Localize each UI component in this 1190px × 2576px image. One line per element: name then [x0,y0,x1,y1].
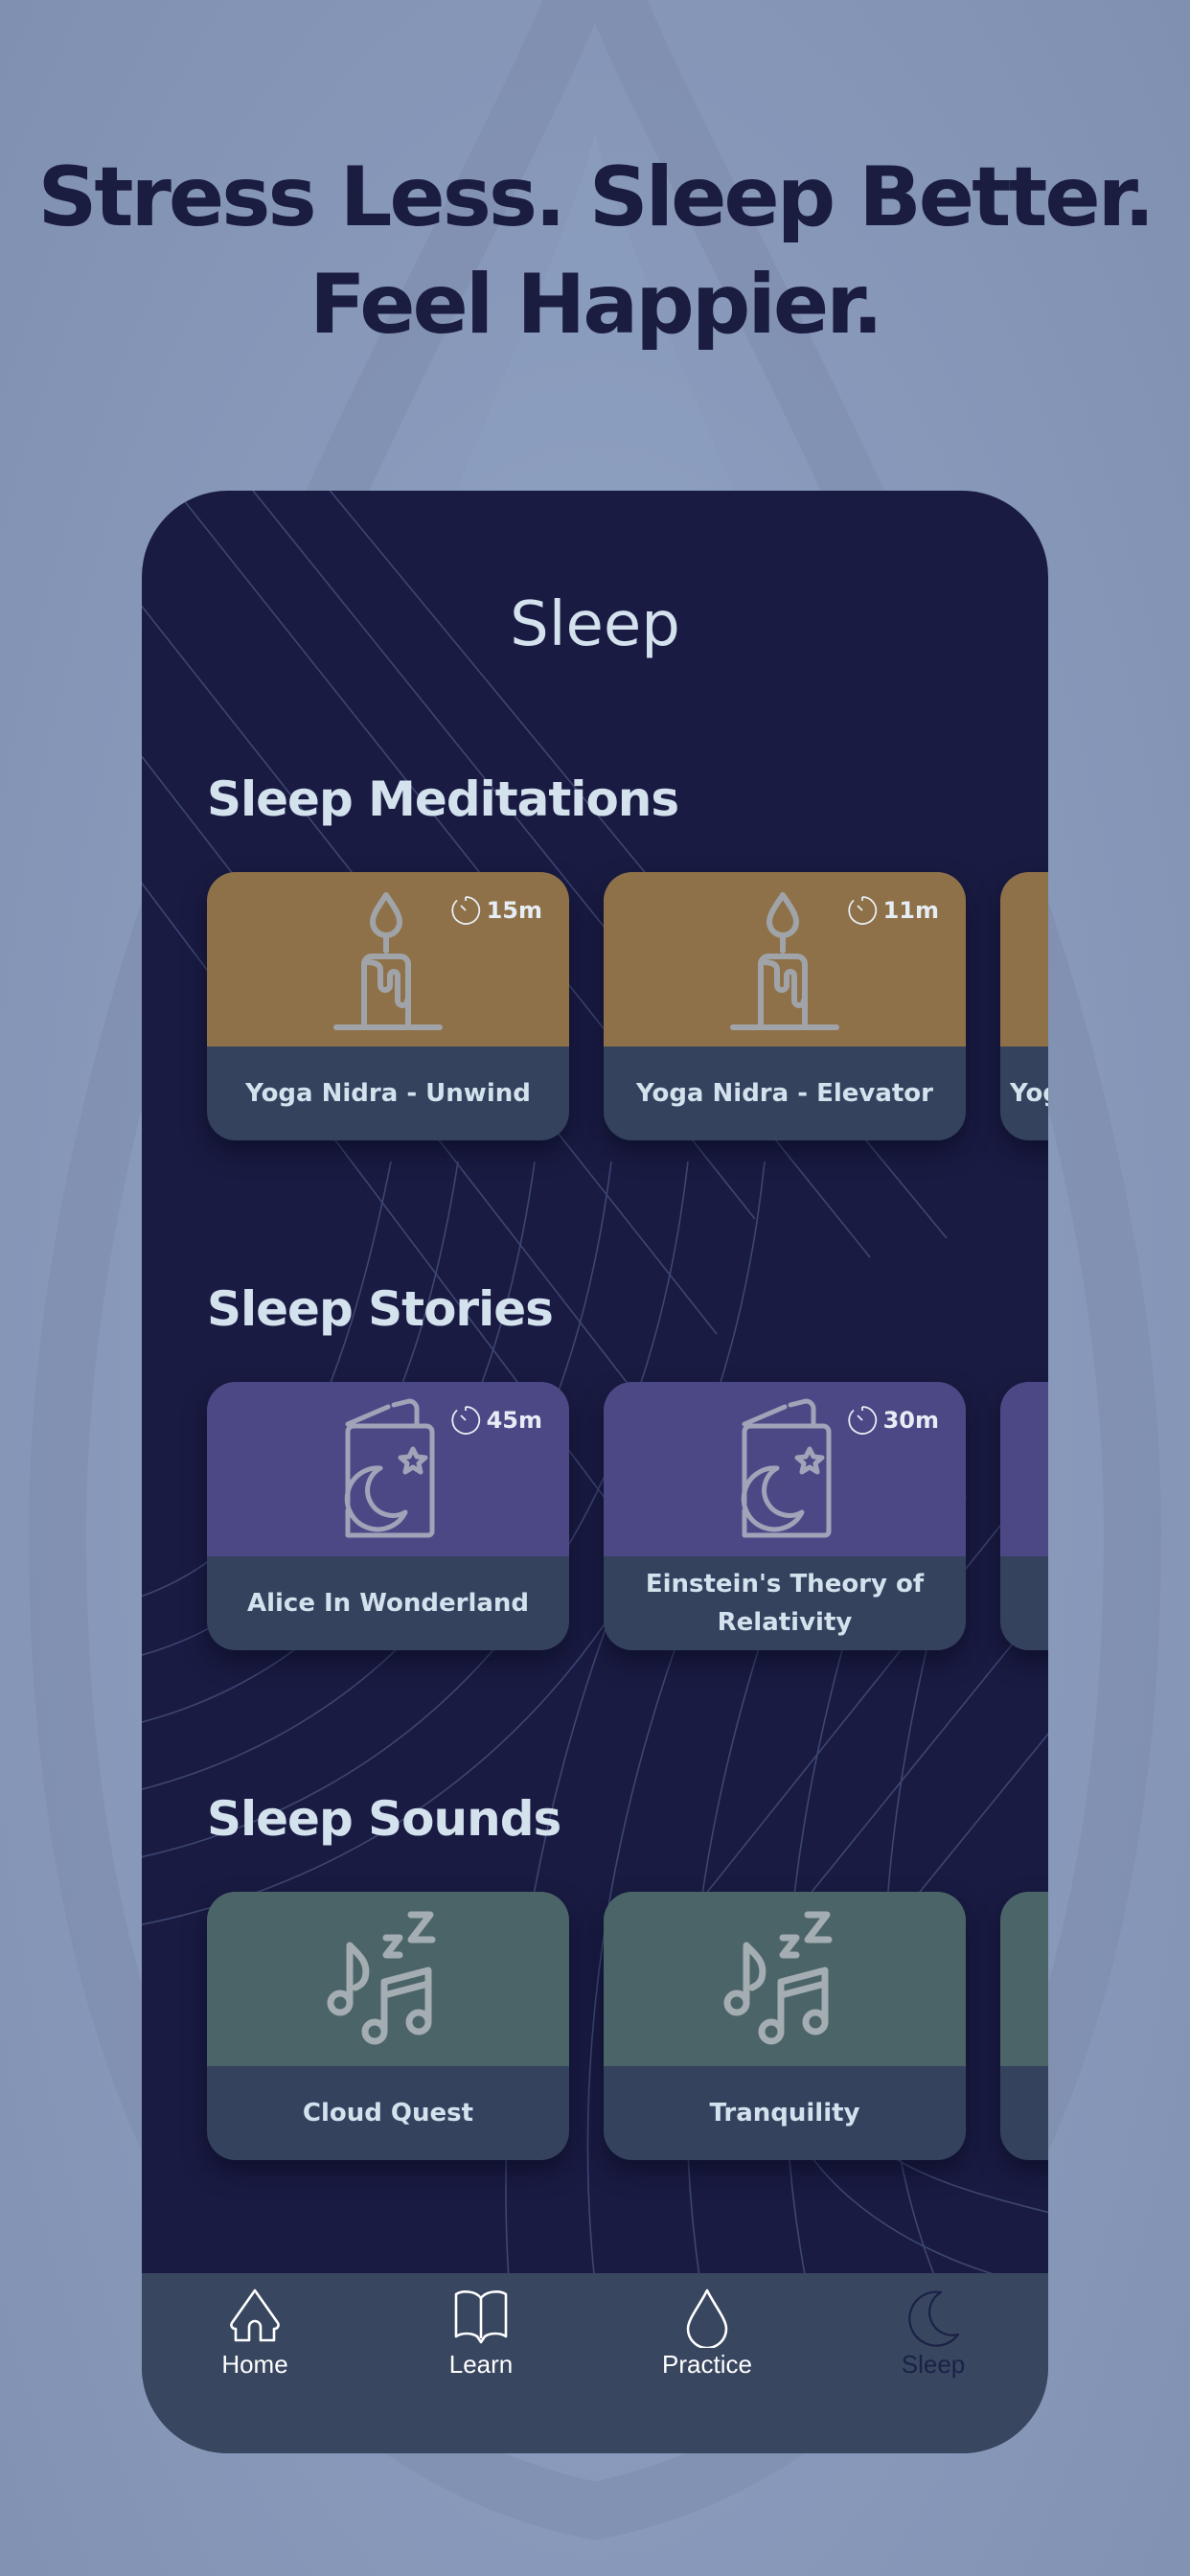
tab-label: Home [221,2350,288,2379]
card-image-area [1000,872,1048,1046]
card-title [1000,2066,1048,2160]
screen-title: Sleep [510,589,680,660]
story-card[interactable]: 30m Einstein's Theory of Relativity [604,1382,966,1650]
book-icon [454,2290,508,2344]
phone-screen: Sleep Sleep Meditations 15m Yoga Nidra -… [142,491,1048,2453]
headline-line-1: Stress Less. Sleep Better. [37,150,1155,245]
sound-card-partial[interactable] [1000,1892,1048,2160]
story-card-partial[interactable] [1000,1382,1048,1650]
card-title: Einstein's Theory of Relativity [645,1570,925,1637]
story-card[interactable]: 45m Alice In Wonderland [207,1382,569,1650]
headline: Stress Less. Sleep Better. Feel Happier. [0,144,1190,358]
section-title-sleep-stories: Sleep Stories [207,1281,554,1337]
meditation-card[interactable]: 15m Yoga Nidra - Unwind [207,872,569,1140]
tab-label: Practice [662,2350,752,2379]
tab-sleep[interactable]: Sleep [857,2287,1010,2392]
bedtime-book-icon [344,1398,435,1538]
card-image-area [604,1892,966,2066]
duration-badge: 11m [847,895,939,926]
timer-icon [847,1406,877,1435]
duration-text: 15m [486,897,542,924]
tab-home[interactable]: Home [178,2287,332,2392]
drop-icon [686,2288,728,2348]
card-title: Yoga Nidra [1010,1079,1048,1108]
tab-practice[interactable]: Practice [630,2287,784,2392]
music-notes-zzz-icon [723,1911,833,2045]
meditation-card-partial[interactable]: Yoga Nidra [1000,872,1048,1140]
sleep-meditations-carousel[interactable]: 15m Yoga Nidra - Unwind 11m Yoga Nidra -… [207,872,1048,1140]
candle-icon [730,892,839,1030]
headline-line-2: Feel Happier. [309,257,883,353]
candle-icon [333,892,443,1030]
tab-learn[interactable]: Learn [404,2287,558,2392]
duration-text: 45m [486,1407,542,1434]
section-title-sleep-sounds: Sleep Sounds [207,1791,561,1847]
card-image-area: 45m [207,1382,569,1556]
card-image-area [207,1892,569,2066]
section-title-sleep-meditations: Sleep Meditations [207,771,679,827]
home-icon [230,2288,280,2342]
duration-badge: 30m [847,1405,939,1436]
bottom-tab-bar: Home Learn Practice Sleep [142,2273,1048,2453]
duration-badge: 15m [450,895,542,926]
duration-text: 30m [882,1407,939,1434]
card-title: Cloud Quest [302,2099,474,2128]
sound-card[interactable]: Tranquility [604,1892,966,2160]
bedtime-book-icon [741,1398,832,1538]
card-image-area [1000,1892,1048,2066]
card-title: Tranquility [709,2099,860,2128]
card-image-area: 15m [207,872,569,1046]
sleep-sounds-carousel[interactable]: Cloud Quest Tranquility [207,1892,1048,2160]
music-notes-zzz-icon [327,1911,436,2045]
card-image-area: 30m [604,1382,966,1556]
card-title: Yoga Nidra - Elevator [636,1079,933,1108]
sleep-stories-carousel[interactable]: 45m Alice In Wonderland 30m Einstein's T… [207,1382,1048,1650]
card-title: Alice In Wonderland [246,1589,530,1618]
moon-icon [908,2290,960,2347]
duration-text: 11m [882,897,939,924]
timer-icon [450,1406,480,1435]
tab-label: Learn [448,2350,514,2379]
timer-icon [450,896,480,925]
timer-icon [847,896,877,925]
meditation-card[interactable]: 11m Yoga Nidra - Elevator [604,872,966,1140]
card-title: Yoga Nidra - Unwind [245,1079,531,1108]
card-image-area [1000,1382,1048,1556]
card-image-area: 11m [604,872,966,1046]
sound-card[interactable]: Cloud Quest [207,1892,569,2160]
duration-badge: 45m [450,1405,542,1436]
card-title [1000,1556,1048,1650]
tab-label: Sleep [901,2350,966,2379]
